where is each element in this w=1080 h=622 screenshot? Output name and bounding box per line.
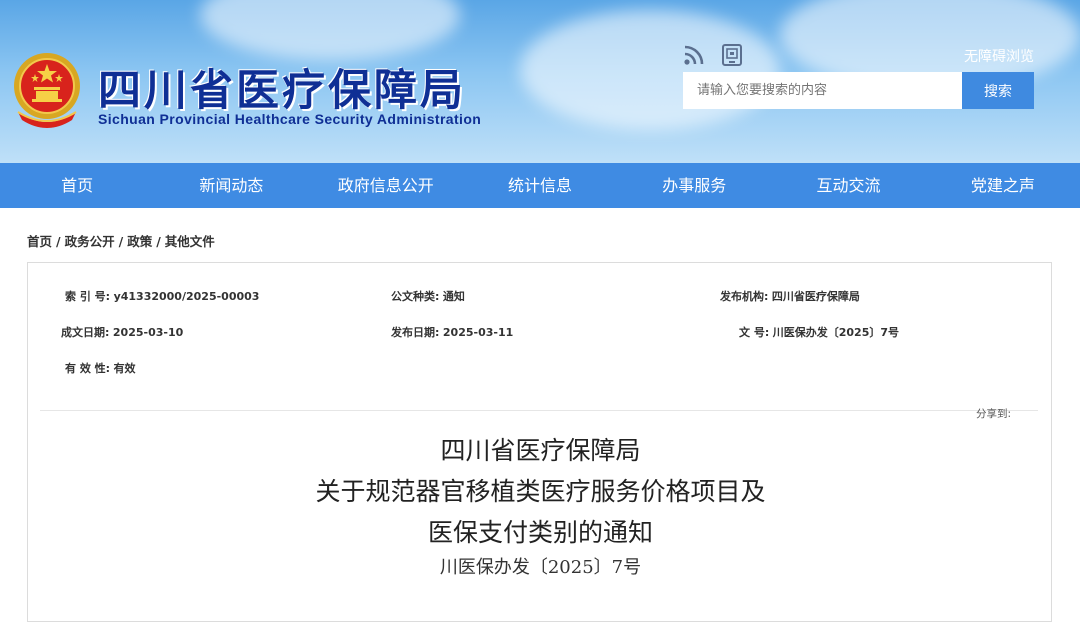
breadcrumb-policy[interactable]: 政策 — [127, 234, 152, 249]
meta-index: 索 引 号: y41332000/2025-00003 — [65, 288, 259, 304]
breadcrumb-home[interactable]: 首页 — [27, 234, 52, 249]
meta-validity-value: 有效 — [113, 362, 136, 375]
banner-cloud — [520, 10, 780, 130]
document-title-line-1: 四川省医疗保障局 — [440, 436, 641, 465]
meta-docno-label: 文 号: — [739, 326, 770, 339]
meta-divider — [40, 410, 1038, 411]
header-banner: 四川省医疗保障局 Sichuan Provincial Healthcare S… — [0, 0, 1080, 163]
top-icons — [683, 44, 743, 66]
meta-created: 成文日期: 2025-03-10 — [61, 324, 183, 340]
nav-item-statistics[interactable]: 统计信息 — [463, 163, 617, 208]
site-title: 四川省医疗保障局 — [98, 66, 466, 116]
meta-type: 公文种类: 通知 — [391, 288, 465, 304]
meta-index-label: 索 引 号: — [65, 290, 111, 303]
meta-published-label: 发布日期: — [391, 326, 440, 339]
site-subtitle: Sichuan Provincial Healthcare Security A… — [98, 111, 482, 127]
search-input[interactable] — [683, 72, 962, 109]
nav-item-interaction[interactable]: 互动交流 — [771, 163, 925, 208]
breadcrumb-other-files[interactable]: 其他文件 — [165, 234, 215, 249]
mobile-qr-icon[interactable] — [721, 44, 743, 66]
meta-issuer-value: 四川省医疗保障局 — [771, 290, 860, 303]
breadcrumb-separator: / — [156, 234, 161, 249]
nav-item-gov-info[interactable]: 政府信息公开 — [309, 163, 463, 208]
nav-item-home[interactable]: 首页 — [0, 163, 154, 208]
accessibility-link[interactable]: 无障碍浏览 — [964, 46, 1034, 66]
banner-cloud — [200, 0, 460, 60]
rss-icon[interactable] — [683, 44, 705, 66]
meta-docno: 文 号: 川医保办发〔2025〕7号 — [739, 324, 899, 340]
meta-type-label: 公文种类: — [391, 290, 440, 303]
meta-type-value: 通知 — [442, 290, 465, 303]
share-label[interactable]: 分享到: — [976, 406, 1011, 421]
meta-published-value: 2025-03-11 — [442, 326, 514, 339]
breadcrumb-separator: / — [118, 234, 124, 249]
meta-created-value: 2025-03-10 — [112, 326, 184, 339]
document-title-line-3: 医保支付类别的通知 — [427, 518, 653, 547]
document-title-line-2: 关于规范器官移植类医疗服务价格项目及 — [315, 477, 766, 506]
meta-docno-value: 川医保办发〔2025〕7号 — [772, 326, 900, 339]
national-emblem-icon — [14, 53, 80, 128]
meta-published: 发布日期: 2025-03-11 — [391, 324, 513, 340]
meta-index-value: y41332000/2025-00003 — [113, 290, 260, 303]
nav-item-services[interactable]: 办事服务 — [617, 163, 771, 208]
meta-validity: 有 效 性: 有效 — [65, 360, 136, 376]
breadcrumb-separator: / — [56, 234, 61, 249]
meta-issuer-label: 发布机构: — [720, 290, 769, 303]
breadcrumb-gov-affairs[interactable]: 政务公开 — [65, 234, 115, 249]
search-button[interactable]: 搜索 — [962, 72, 1034, 109]
document-panel: 索 引 号: y41332000/2025-00003 公文种类: 通知 发布机… — [27, 262, 1052, 622]
nav-item-party[interactable]: 党建之声 — [926, 163, 1080, 208]
nav-item-news[interactable]: 新闻动态 — [154, 163, 308, 208]
document-number: 川医保办发〔2025〕7号 — [439, 557, 642, 578]
meta-validity-label: 有 效 性: — [65, 362, 111, 375]
meta-created-label: 成文日期: — [61, 326, 110, 339]
breadcrumb: 首页 / 政务公开 / 政策 / 其他文件 — [27, 231, 215, 250]
meta-issuer: 发布机构: 四川省医疗保障局 — [720, 288, 860, 304]
main-nav: 首页 新闻动态 政府信息公开 统计信息 办事服务 互动交流 党建之声 — [0, 163, 1080, 208]
